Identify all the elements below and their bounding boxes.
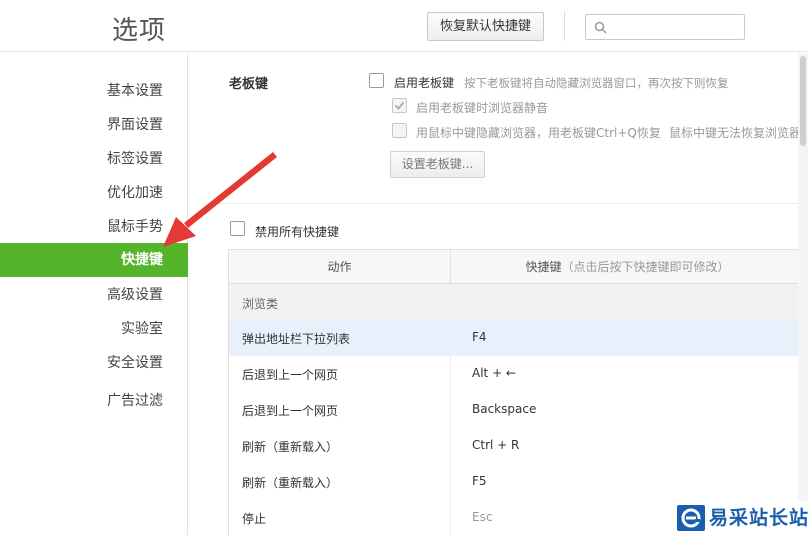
page-title: 选项 <box>112 16 167 46</box>
sidebar-item-mouse-gestures[interactable]: 鼠标手势 <box>0 210 188 244</box>
sidebar-item-advanced[interactable]: 高级设置 <box>0 278 188 312</box>
row-action: 弹出地址栏下拉列表 <box>242 332 351 346</box>
row-shortcut[interactable]: Alt + ← <box>472 366 516 380</box>
row-shortcut[interactable]: Backspace <box>472 402 536 416</box>
boss-key-section-title: 老板键 <box>229 77 269 92</box>
column-header-shortcut: 快捷键（点击后按下快捷键即可修改） <box>451 250 802 284</box>
sidebar-item-label: 广告过滤 <box>107 393 163 409</box>
watermark: 易采站长站 <box>673 501 808 535</box>
table-header: 动作 快捷键（点击后按下快捷键即可修改） <box>229 250 802 284</box>
disable-all-shortcuts-checkbox[interactable] <box>230 221 245 236</box>
sidebar-item-shortcuts[interactable]: 快捷键 <box>0 243 188 277</box>
e-logo-icon <box>681 508 701 528</box>
checkmark-icon <box>394 101 405 110</box>
row-action: 刷新（重新载入） <box>242 440 339 454</box>
column-header-shortcut-label: 快捷键 <box>525 260 562 274</box>
sidebar-item-label: 安全设置 <box>107 355 163 371</box>
mute-on-boss-key-label: 启用老板键时浏览器静音 <box>416 101 549 115</box>
group-row-browse: 浏览类 <box>229 284 802 320</box>
disable-all-shortcuts-label: 禁用所有快捷键 <box>255 225 340 239</box>
sidebar-item-label: 快捷键 <box>121 252 163 268</box>
search-input[interactable] <box>585 14 745 40</box>
row-shortcut[interactable]: F4 <box>472 330 487 344</box>
header-divider <box>564 11 565 41</box>
table-row[interactable]: 后退到上一个网页 Alt + ← <box>229 356 802 392</box>
row-shortcut[interactable]: F5 <box>472 474 487 488</box>
sidebar-item-label: 标签设置 <box>107 151 163 167</box>
row-action: 刷新（重新载入） <box>242 476 339 490</box>
enable-boss-key-label: 启用老板键 <box>394 76 455 90</box>
sidebar: 基本设置 界面设置 标签设置 优化加速 鼠标手势 快捷键 高级设置 实验室 安全… <box>0 53 188 535</box>
middle-click-hide-label: 用鼠标中键隐藏浏览器，用老板键Ctrl+Q恢复 <box>416 126 661 140</box>
sidebar-item-adblock[interactable]: 广告过滤 <box>0 384 188 418</box>
middle-click-hide-checkbox[interactable] <box>392 123 407 138</box>
header: 选项 恢复默认快捷键 <box>0 0 808 52</box>
sidebar-item-label: 基本设置 <box>107 83 163 99</box>
sidebar-item-label: 高级设置 <box>107 287 163 303</box>
enable-boss-key-checkbox[interactable] <box>369 73 384 88</box>
sidebar-item-tabs[interactable]: 标签设置 <box>0 142 188 176</box>
scrollbar-thumb[interactable] <box>800 56 806 146</box>
set-boss-key-button[interactable]: 设置老板键... <box>390 151 485 178</box>
enable-boss-key-hint: 按下老板键将自动隐藏浏览器窗口，再次按下则恢复 <box>464 76 729 90</box>
table-row[interactable]: 刷新（重新载入） F5 <box>229 464 802 500</box>
middle-click-hide-hint: 鼠标中键无法恢复浏览器 <box>669 126 802 140</box>
row-shortcut[interactable]: Esc <box>472 510 492 524</box>
sidebar-item-basic[interactable]: 基本设置 <box>0 74 188 108</box>
table-row[interactable]: 后退到上一个网页 Backspace <box>229 392 802 428</box>
sidebar-item-label: 实验室 <box>121 321 163 337</box>
group-label: 浏览类 <box>242 297 279 311</box>
sidebar-item-lab[interactable]: 实验室 <box>0 312 188 346</box>
search-icon <box>594 21 607 34</box>
shortcuts-table: 动作 快捷键（点击后按下快捷键即可修改） 浏览类 弹出地址栏下拉列表 F4 后退… <box>228 249 803 535</box>
sidebar-item-interface[interactable]: 界面设置 <box>0 108 188 142</box>
sidebar-item-label: 界面设置 <box>107 117 163 133</box>
row-shortcut[interactable]: Ctrl + R <box>472 438 519 452</box>
row-action: 后退到上一个网页 <box>242 404 339 418</box>
table-row[interactable]: 刷新（重新载入） Ctrl + R <box>229 428 802 464</box>
mute-on-boss-key-checkbox[interactable] <box>392 98 407 113</box>
sidebar-item-optimize[interactable]: 优化加速 <box>0 176 188 210</box>
sidebar-item-security[interactable]: 安全设置 <box>0 346 188 380</box>
watermark-logo-icon <box>677 505 705 531</box>
watermark-text: 易采站长站 <box>709 507 808 529</box>
sidebar-item-label: 鼠标手势 <box>107 219 163 235</box>
row-action: 后退到上一个网页 <box>242 368 339 382</box>
options-page: 选项 恢复默认快捷键 基本设置 界面设置 标签设置 优化加速 鼠标手势 快捷键 … <box>0 0 808 535</box>
column-header-action: 动作 <box>327 260 352 274</box>
shortcuts-panel: 老板键 启用老板键 按下老板键将自动隐藏浏览器窗口，再次按下则恢复 启用老板键时… <box>189 53 808 535</box>
table-row[interactable]: 弹出地址栏下拉列表 F4 <box>229 320 802 356</box>
column-header-shortcut-hint: （点击后按下快捷键即可修改） <box>561 260 730 274</box>
sidebar-item-label: 优化加速 <box>107 185 163 201</box>
section-divider <box>213 203 808 204</box>
restore-default-shortcuts-button[interactable]: 恢复默认快捷键 <box>427 12 544 41</box>
row-action: 停止 <box>242 512 267 526</box>
